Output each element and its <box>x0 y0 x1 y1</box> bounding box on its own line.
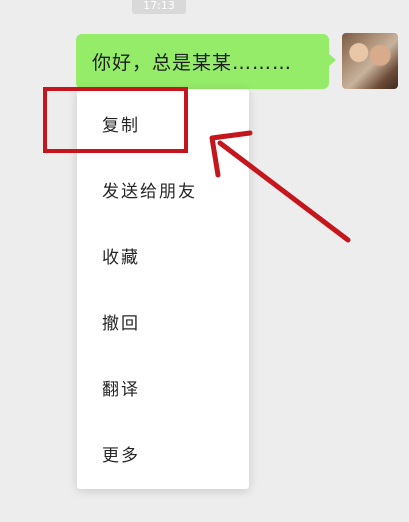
timestamp: 17:13 <box>132 0 186 14</box>
menu-item-more[interactable]: 更多 <box>77 423 249 483</box>
menu-item-label: 翻译 <box>102 379 140 400</box>
highlight-box <box>43 87 188 153</box>
message-bubble-tail <box>329 54 336 66</box>
menu-item-label: 发送给朋友 <box>102 181 197 202</box>
menu-item-recall[interactable]: 撤回 <box>77 291 249 351</box>
menu-item-label: 更多 <box>102 445 140 466</box>
message-text: 你好，总是某某……… <box>92 52 293 74</box>
message-bubble[interactable]: 你好，总是某某……… <box>76 34 329 89</box>
menu-item-send-to-friend[interactable]: 发送给朋友 <box>77 159 249 219</box>
menu-item-label: 收藏 <box>102 247 140 268</box>
menu-item-label: 撤回 <box>102 313 140 334</box>
menu-item-favorite[interactable]: 收藏 <box>77 225 249 285</box>
menu-item-translate[interactable]: 翻译 <box>77 357 249 417</box>
avatar[interactable] <box>342 33 398 89</box>
